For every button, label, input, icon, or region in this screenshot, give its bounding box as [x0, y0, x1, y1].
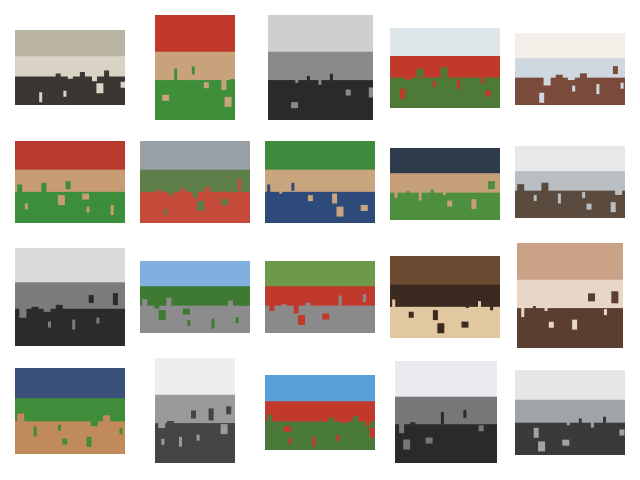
- thumbnail-image: [515, 370, 625, 455]
- thumbnail-image: [395, 361, 497, 463]
- thumbnail-restaurant-dinner-party[interactable]: [390, 256, 500, 338]
- thumbnail-image: [265, 261, 375, 333]
- thumbnail-image: [140, 261, 250, 333]
- thumbnail-image: [390, 256, 500, 338]
- thumbnail-image: [140, 141, 250, 223]
- thumbnail-image: [517, 243, 623, 348]
- thumbnail-image: [15, 368, 125, 454]
- thumbnail-image: [268, 15, 373, 120]
- thumbnail-baseball-batter-home[interactable]: [15, 368, 125, 454]
- thumbnail-image: [15, 248, 125, 346]
- thumbnail-image: [390, 148, 500, 220]
- thumbnail-baseball-game-stands[interactable]: [390, 148, 500, 220]
- thumbnail-baseball-outfield[interactable]: [265, 141, 375, 223]
- thumbnail-crowd-train-station-bw[interactable]: [268, 15, 373, 120]
- thumbnail-suburban-street-sign[interactable]: [140, 261, 250, 333]
- thumbnail-image: [515, 146, 625, 218]
- thumbnail-crowd-park-aerial[interactable]: [265, 261, 375, 333]
- thumbnail-street-crowd-stop-sign[interactable]: [390, 28, 500, 108]
- thumbnail-bw-bridge-parade[interactable]: [155, 358, 235, 463]
- thumbnail-image: [265, 375, 375, 450]
- thumbnail-bw-baseball-game-framed[interactable]: [395, 361, 497, 463]
- thumbnail-baseball-stadium-batter[interactable]: [15, 141, 125, 223]
- thumbnail-bw-street-palm-trees[interactable]: [15, 248, 125, 346]
- thumbnail-roadside-sign-traffic-light[interactable]: [265, 375, 375, 450]
- thumbnail-image: [390, 28, 500, 108]
- thumbnail-face-collage[interactable]: [517, 243, 623, 348]
- thumbnail-baseball-field[interactable]: [155, 15, 235, 120]
- thumbnail-image: [15, 30, 125, 105]
- thumbnail-crowd-white-clothing[interactable]: [515, 33, 625, 105]
- thumbnail-vintage-group-photo[interactable]: [15, 30, 125, 105]
- thumbnail-parking-lot-stadium[interactable]: [140, 141, 250, 223]
- thumbnail-image: [155, 358, 235, 463]
- thumbnail-image: [155, 15, 235, 120]
- thumbnail-airplane-crowd-bw[interactable]: [515, 370, 625, 455]
- thumbnail-snow-field-animals[interactable]: [515, 146, 625, 218]
- thumbnail-image: [265, 141, 375, 223]
- thumbnail-image: [15, 141, 125, 223]
- thumbnail-image: [515, 33, 625, 105]
